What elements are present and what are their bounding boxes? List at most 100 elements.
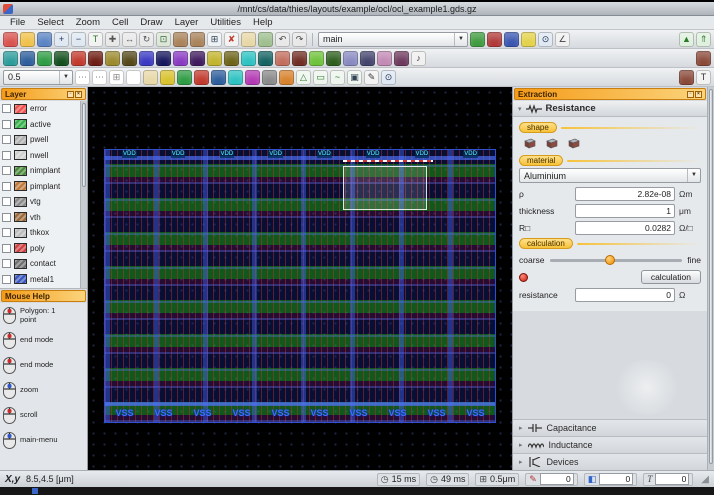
text-tool-icon[interactable]: T (88, 31, 103, 47)
draw-polygon-icon[interactable]: △ (296, 69, 311, 85)
text-count-input[interactable]: 0 (655, 473, 690, 485)
zoom-window-icon[interactable]: ⊙ (381, 69, 396, 85)
text-label-icon[interactable]: T (696, 69, 711, 85)
swatch-red-icon[interactable] (194, 69, 209, 85)
panel-scrollbar-thumb[interactable] (709, 89, 713, 464)
draw-via-icon[interactable]: ▣ (347, 69, 362, 85)
ruler-horizontal-icon[interactable] (143, 69, 158, 85)
menu-item[interactable]: Cell (106, 17, 134, 28)
ruler-icon[interactable] (241, 31, 256, 47)
plum-style-icon[interactable] (394, 50, 409, 66)
fill-blue-icon[interactable] (504, 31, 519, 47)
panel-float-icon[interactable]: ▫ (67, 90, 74, 98)
cyan-style-icon[interactable] (241, 50, 256, 66)
mustard-style-icon[interactable] (224, 50, 239, 66)
vtg[interactable]: vtg (0, 194, 80, 210)
zoom-select-icon[interactable]: ⊙ (538, 31, 553, 47)
nimplant[interactable]: nimplant (0, 163, 80, 179)
menu-item[interactable]: Layer (169, 17, 205, 28)
active[interactable]: active (0, 117, 80, 133)
coarseness-slider[interactable] (549, 254, 683, 265)
measure-icon[interactable]: ∠ (555, 31, 570, 47)
layer-visibility-checkbox[interactable] (2, 243, 11, 253)
title-bar[interactable]: /mnt/cs/data/thies/layouts/example/ocl/o… (0, 2, 714, 16)
snap-icon[interactable] (258, 31, 273, 47)
teal-style-icon[interactable] (3, 50, 18, 66)
layer-visibility-checkbox[interactable] (2, 212, 11, 222)
purple-style-icon[interactable] (173, 50, 188, 66)
draw-rect-icon[interactable]: ▭ (313, 69, 328, 85)
edit-count-input[interactable]: 0 (539, 473, 574, 485)
delete-icon[interactable]: ✘ (224, 31, 239, 47)
thickness-input[interactable]: 1 (575, 204, 675, 218)
select-count-input[interactable]: 0 (599, 473, 634, 485)
up-hierarchy-icon[interactable]: ▲ (679, 31, 694, 47)
swatch-magenta-icon[interactable] (245, 69, 260, 85)
chip-layout[interactable]: VDD VDD VDD VDD VDD VDD VDD VDD VSS VSS VSS VSS VSS… (104, 149, 496, 423)
menu-item[interactable]: Draw (134, 17, 168, 28)
swatch-gray-icon[interactable] (262, 69, 277, 85)
layer-visibility-checkbox[interactable] (2, 259, 11, 269)
mouse-help-header[interactable]: Mouse Help (1, 290, 86, 302)
rotate-tool-icon[interactable]: ↻ (139, 31, 154, 47)
salmon-style-icon[interactable] (275, 50, 290, 66)
pink-style-icon[interactable] (377, 50, 392, 66)
layer-visibility-checkbox[interactable] (2, 228, 11, 238)
pimplant[interactable]: pimplant (0, 179, 80, 195)
poly[interactable]: poly (0, 241, 80, 257)
olive-style-icon[interactable] (105, 50, 120, 66)
library-icon[interactable] (173, 31, 188, 47)
shape-sample-icon[interactable] (545, 137, 559, 149)
slate-style-icon[interactable] (360, 50, 375, 66)
menu-item[interactable]: Zoom (70, 17, 106, 28)
menu-item[interactable]: Select (31, 17, 69, 28)
swatch-orange-icon[interactable] (279, 69, 294, 85)
yellow-style-icon[interactable] (207, 50, 222, 66)
layer-visibility-checkbox[interactable] (2, 150, 11, 160)
panel-close-icon[interactable]: × (695, 90, 702, 98)
vth[interactable]: vth (0, 210, 80, 226)
stretch-tool-icon[interactable]: ↔ (122, 31, 137, 47)
lime-style-icon[interactable] (309, 50, 324, 66)
array-icon[interactable]: ⊞ (207, 31, 222, 47)
layer-visibility-checkbox[interactable] (2, 135, 11, 145)
shape-sample-icon[interactable] (567, 137, 581, 149)
layer-panel-header[interactable]: Layer ▫ × (1, 88, 86, 100)
section-devices[interactable]: ▸ Devices (513, 453, 707, 470)
navy-style-icon[interactable] (156, 50, 171, 66)
swatch-yellow-icon[interactable] (160, 69, 175, 85)
menu-item[interactable]: Help (247, 17, 279, 28)
grid-size-select[interactable]: 0.5 ▼ (3, 69, 73, 85)
edit-icon[interactable]: ✎ (364, 69, 379, 85)
note-icon[interactable]: ♪ (411, 50, 426, 66)
darkpurple-style-icon[interactable] (190, 50, 205, 66)
resize-grip-icon[interactable]: ◢ (701, 474, 709, 485)
red-style-icon[interactable] (71, 50, 86, 66)
shape-sample-icon[interactable] (523, 137, 537, 149)
royal-style-icon[interactable] (139, 50, 154, 66)
grid-dots-fine-icon[interactable]: ⋯ (92, 69, 107, 85)
slider-handle[interactable] (605, 254, 616, 265)
section-resistance[interactable]: ▾ Resistance (513, 101, 707, 117)
error[interactable]: error (0, 101, 80, 117)
swatch-cyan-icon[interactable] (228, 69, 243, 85)
grid-dots-icon[interactable]: ⋯ (75, 69, 90, 85)
layer-visibility-checkbox[interactable] (2, 197, 11, 207)
resistance-input[interactable]: 0 (575, 288, 675, 302)
record-icon[interactable] (519, 272, 528, 282)
swatch-blue-icon[interactable] (211, 69, 226, 85)
maroon-style-icon[interactable] (292, 50, 307, 66)
lavender-style-icon[interactable] (343, 50, 358, 66)
highlight-icon[interactable] (521, 31, 536, 47)
section-inductance[interactable]: ▸ Inductance (513, 436, 707, 453)
cube-icon[interactable] (696, 50, 711, 66)
darkred-style-icon[interactable] (88, 50, 103, 66)
panel-close-icon[interactable]: × (75, 90, 82, 98)
layer-visibility-checkbox[interactable] (2, 104, 11, 114)
panel-float-icon[interactable]: ▫ (687, 90, 694, 98)
grid-off-icon[interactable] (126, 69, 141, 85)
layout-canvas[interactable]: VDD VDD VDD VDD VDD VDD VDD VDD VSS VSS VSS VSS VSS… (88, 87, 512, 470)
contact[interactable]: contact (0, 256, 80, 272)
swatch-green-icon[interactable] (177, 69, 192, 85)
darkgreen-style-icon[interactable] (54, 50, 69, 66)
